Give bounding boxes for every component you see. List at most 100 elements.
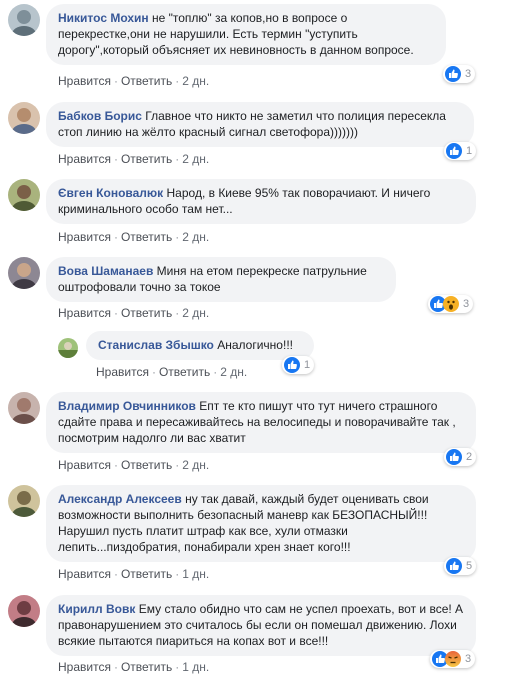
avatar-image xyxy=(8,485,40,517)
reaction-count: 3 xyxy=(465,653,472,665)
comment-text: Аналогично!!! xyxy=(217,338,293,352)
comment-actions: Нравится · Ответить · 2 дн. xyxy=(58,458,209,472)
avatar-image xyxy=(8,4,40,36)
like-button[interactable]: Нравится xyxy=(58,230,111,244)
separator: · xyxy=(151,365,156,379)
wow-icon xyxy=(443,296,459,312)
reply-button[interactable]: Ответить xyxy=(121,567,172,581)
comment-bubble: Євген Коновалюк Народ, в Киеве 95% так п… xyxy=(46,179,476,224)
comment-author[interactable]: Кирилл Вовк xyxy=(58,602,135,616)
comment-time[interactable]: 2 дн. xyxy=(182,306,209,320)
angry-icon xyxy=(445,651,461,667)
separator: · xyxy=(113,306,118,320)
reaction-count: 3 xyxy=(465,68,472,80)
avatar[interactable] xyxy=(8,4,40,36)
like-button[interactable]: Нравится xyxy=(58,458,111,472)
like-button[interactable]: Нравится xyxy=(58,306,111,320)
reaction-count: 2 xyxy=(466,451,473,463)
comment-time[interactable]: 1 дн. xyxy=(182,567,209,581)
avatar-image xyxy=(58,338,78,358)
comment-time[interactable]: 2 дн. xyxy=(182,152,209,166)
avatar-image xyxy=(8,102,40,134)
comment-author[interactable]: Никитос Мохин xyxy=(58,11,149,25)
like-icon xyxy=(446,449,462,465)
avatar[interactable] xyxy=(8,257,40,289)
reaction-count: 3 xyxy=(463,298,470,310)
reactions-badge[interactable]: 3 xyxy=(443,65,476,83)
reply-button[interactable]: Ответить xyxy=(121,152,172,166)
separator: · xyxy=(175,458,180,472)
like-icon xyxy=(446,558,462,574)
separator: · xyxy=(175,660,180,674)
comment-time[interactable]: 2 дн. xyxy=(182,458,209,472)
separator: · xyxy=(175,230,180,244)
comment-actions: Нравится · Ответить · 1 дн. xyxy=(58,660,209,674)
like-icon xyxy=(284,357,300,373)
avatar[interactable] xyxy=(8,595,40,627)
reactions-badge[interactable]: 3 xyxy=(430,650,476,668)
reaction-count: 1 xyxy=(304,359,311,371)
separator: · xyxy=(113,230,118,244)
reaction-count: 1 xyxy=(466,145,473,157)
comment-actions: Нравится · Ответить · 2 дн. xyxy=(96,365,247,379)
like-button[interactable]: Нравится xyxy=(58,152,111,166)
avatar[interactable] xyxy=(8,179,40,211)
comment-actions: Нравится · Ответить · 2 дн. xyxy=(58,230,209,244)
comment-author[interactable]: Станислав Збышко xyxy=(98,338,214,352)
comment-author[interactable]: Бабков Борис xyxy=(58,109,142,123)
comment-bubble: Александр Алексеев ну так давай, каждый … xyxy=(46,485,476,562)
reply-button[interactable]: Ответить xyxy=(121,660,172,674)
comment-author[interactable]: Владимир Овчинников xyxy=(58,399,196,413)
like-button[interactable]: Нравится xyxy=(96,365,149,379)
avatar-image xyxy=(8,257,40,289)
reactions-badge[interactable]: 5 xyxy=(444,557,477,575)
separator: · xyxy=(113,152,118,166)
separator: · xyxy=(213,365,218,379)
comment-time[interactable]: 2 дн. xyxy=(182,230,209,244)
comment-bubble: Никитос Мохин не "топлю" за копов,но в в… xyxy=(46,4,446,65)
avatar[interactable] xyxy=(58,338,78,358)
separator: · xyxy=(175,567,180,581)
reply-button[interactable]: Ответить xyxy=(121,230,172,244)
comment-actions: Нравится · Ответить · 2 дн. xyxy=(58,74,209,88)
separator: · xyxy=(113,567,118,581)
separator: · xyxy=(175,152,180,166)
separator: · xyxy=(175,74,180,88)
comment-actions: Нравится · Ответить · 1 дн. xyxy=(58,567,209,581)
separator: · xyxy=(113,660,118,674)
comment-bubble: Кирилл Вовк Ему стало обидно что сам не … xyxy=(46,595,476,656)
like-icon xyxy=(446,143,462,159)
like-button[interactable]: Нравится xyxy=(58,567,111,581)
separator: · xyxy=(113,74,118,88)
reactions-badge[interactable]: 1 xyxy=(282,356,315,374)
reply-button[interactable]: Ответить xyxy=(159,365,210,379)
reactions-badge[interactable]: 2 xyxy=(444,448,477,466)
like-button[interactable]: Нравится xyxy=(58,660,111,674)
comment-bubble: Бабков Борис Главное что никто не замети… xyxy=(46,102,474,147)
reply-button[interactable]: Ответить xyxy=(121,306,172,320)
avatar[interactable] xyxy=(8,102,40,134)
comment-time[interactable]: 1 дн. xyxy=(182,660,209,674)
avatar[interactable] xyxy=(8,485,40,517)
avatar-image xyxy=(8,595,40,627)
comment-actions: Нравится · Ответить · 2 дн. xyxy=(58,306,209,320)
avatar-image xyxy=(8,392,40,424)
comment-bubble: Станислав Збышко Аналогично!!! xyxy=(86,331,314,360)
comment-time[interactable]: 2 дн. xyxy=(220,365,247,379)
reactions-badge[interactable]: 3 xyxy=(428,295,474,313)
comment-time[interactable]: 2 дн. xyxy=(182,74,209,88)
comment-author[interactable]: Александр Алексеев xyxy=(58,492,182,506)
comment-author[interactable]: Вова Шаманаев xyxy=(58,264,153,278)
reactions-badge[interactable]: 1 xyxy=(444,142,477,160)
comment-bubble: Вова Шаманаев Миня на етом перекреске па… xyxy=(46,257,396,302)
like-icon xyxy=(445,66,461,82)
comment-author[interactable]: Євген Коновалюк xyxy=(58,186,163,200)
reply-button[interactable]: Ответить xyxy=(121,74,172,88)
reply-button[interactable]: Ответить xyxy=(121,458,172,472)
comment-actions: Нравится · Ответить · 2 дн. xyxy=(58,152,209,166)
separator: · xyxy=(113,458,118,472)
like-button[interactable]: Нравится xyxy=(58,74,111,88)
reaction-count: 5 xyxy=(466,560,473,572)
avatar[interactable] xyxy=(8,392,40,424)
avatar-image xyxy=(8,179,40,211)
